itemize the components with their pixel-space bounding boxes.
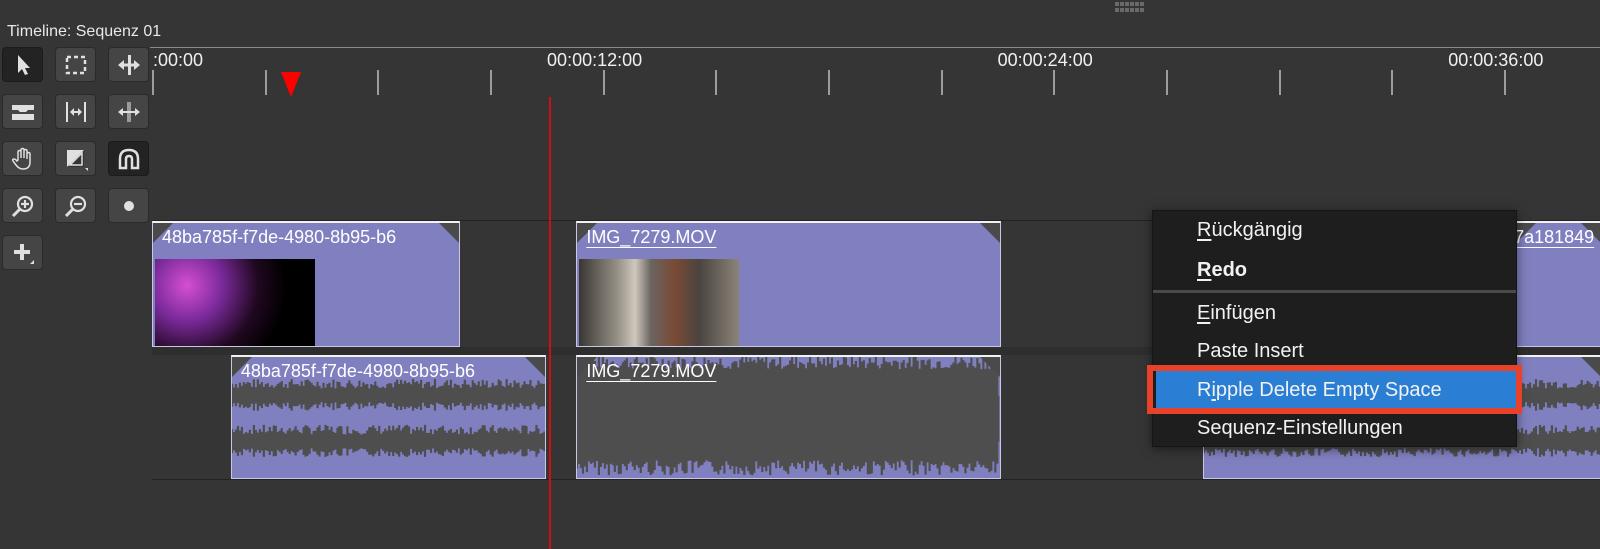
ruler-tick (602, 70, 605, 95)
menu-item-ripple-delete-empty-space[interactable]: Ripple Delete Empty Space (1156, 371, 1517, 409)
rolling-edit-icon (11, 104, 34, 120)
ruler-tick (1278, 70, 1281, 95)
ruler-tick (715, 70, 718, 95)
ruler-time-label: 00:00:24:00 (997, 50, 1093, 70)
zoom-in-icon (11, 195, 33, 217)
clip-thumbnail (155, 259, 315, 346)
ruler-tick (940, 70, 943, 95)
clip-trim-handle-right[interactable] (1580, 357, 1600, 377)
menu-item-label: Ripple Delete Empty Space (1197, 379, 1442, 401)
clip-trim-handle-right[interactable] (438, 223, 459, 243)
grip-dot (1130, 2, 1134, 6)
zoom-in-button[interactable] (2, 188, 43, 223)
snapping-toggle[interactable] (108, 141, 149, 176)
ruler-time-label: 00:00:36:00 (1448, 50, 1544, 70)
ruler-tick (1165, 70, 1168, 95)
audio-clip[interactable]: IMG_7279.MOV (576, 355, 1001, 479)
clip-name: 7a181849 (1515, 227, 1595, 247)
grip-dot (1115, 2, 1119, 6)
ruler-tick (1503, 70, 1506, 95)
menu-separator (1153, 290, 1516, 293)
grip-dot (1115, 8, 1119, 12)
video-clip[interactable]: 48ba785f-f7de-4980-8b95-b6 (152, 221, 460, 347)
grip-dot (1120, 2, 1124, 6)
ruler-tick (1053, 70, 1056, 95)
clip-trim-handle-right[interactable] (525, 357, 546, 377)
clip-name: IMG_7279.MOV (586, 227, 717, 247)
grip-dot (1135, 8, 1139, 12)
track-border (152, 479, 1600, 480)
ruler-tick (1391, 70, 1394, 95)
rolling-tool[interactable] (2, 94, 43, 129)
grip-dot (1140, 8, 1144, 12)
ruler-tick (152, 70, 154, 95)
menu-item-label: Paste Insert (1197, 340, 1304, 362)
slip-icon (65, 101, 86, 122)
arrow-pointer-icon (17, 54, 30, 75)
ruler-time-label: :00:00 (152, 50, 204, 70)
timeline-panel: Timeline: Sequenz 01:00:00 00:00:12:00 … (0, 0, 1600, 549)
hand-tool[interactable] (2, 141, 43, 176)
menu-item-label: Rückgängig (1197, 219, 1303, 241)
mnemonic-letter: i (1211, 379, 1216, 401)
edit-tool[interactable] (55, 47, 96, 82)
transition-tool[interactable] (55, 141, 96, 176)
slip-tool[interactable] (55, 94, 96, 129)
menu-item-sequenz-einstellungen[interactable]: Sequenz-Einstellungen (1153, 409, 1516, 447)
menu-item-einf-gen[interactable]: Einfügen (1153, 294, 1516, 332)
zoom-out-icon (64, 195, 86, 217)
ruler-tick (827, 70, 830, 95)
record-button[interactable] (108, 188, 149, 223)
menu-item-r-ckg-ngig[interactable]: Rückgängig (1153, 211, 1516, 249)
ruler-tick (489, 70, 492, 95)
dashed-select-icon (65, 55, 86, 74)
ripple-tool[interactable] (108, 47, 149, 82)
mnemonic-letter: R (1197, 259, 1212, 281)
mnemonic-letter: E (1197, 302, 1211, 324)
panel-title: Timeline: Sequenz 01 (7, 23, 162, 40)
grip-dot (1130, 8, 1134, 12)
context-menu: Rückgängig Redo Einfügen Paste Insert Ripple… (1152, 210, 1517, 447)
transition-icon (66, 149, 88, 171)
plus-icon (13, 243, 34, 264)
clip-name: 48ba785f-f7de-4980-8b95-b6 (240, 361, 476, 381)
panel-drag-handle[interactable] (1115, 2, 1144, 14)
hand-icon (11, 147, 31, 170)
slide-icon (117, 101, 140, 122)
clip-trim-handle-right[interactable] (979, 357, 1000, 377)
zoom-out-button[interactable] (55, 188, 96, 223)
grip-dot (1120, 8, 1124, 12)
ruler-time-label: 00:00:12:00 (547, 50, 643, 70)
clip-name: 48ba785f-f7de-4980-8b95-b6 (162, 227, 397, 247)
mnemonic-letter: R (1197, 219, 1212, 241)
ripple-arrows-icon (117, 54, 140, 75)
video-clip[interactable]: 7a181849 (1515, 221, 1600, 347)
ruler-tick (264, 70, 267, 95)
pointer-tool[interactable] (2, 47, 43, 82)
menu-item-redo[interactable]: Redo (1153, 251, 1516, 289)
menu-item-label: Redo (1197, 259, 1248, 281)
grip-dot (1125, 2, 1129, 6)
time-ruler[interactable]: :00:00 00:00:12:00 00:00:24:00 00:00:36:00 (152, 48, 1600, 98)
menu-item-paste-insert[interactable]: Paste Insert (1153, 332, 1516, 370)
grip-dot (1140, 2, 1144, 6)
clip-name: IMG_7279.MOV (586, 361, 717, 381)
ruler-tick (377, 70, 380, 95)
playhead[interactable] (549, 97, 552, 549)
menu-item-label: Einfügen (1197, 302, 1276, 324)
magnet-icon (118, 148, 139, 169)
grip-dot (1125, 8, 1129, 12)
clip-thumbnail (579, 259, 740, 346)
add-track-button[interactable] (2, 235, 43, 270)
audio-clip[interactable]: 48ba785f-f7de-4980-8b95-b6 (230, 355, 547, 479)
video-clip[interactable]: IMG_7279.MOV (576, 221, 1001, 347)
record-dot-icon (123, 200, 134, 211)
grip-dot (1135, 2, 1139, 6)
slide-tool[interactable] (108, 94, 149, 129)
in-point-marker[interactable] (280, 72, 301, 97)
menu-item-label: Sequenz-Einstellungen (1197, 417, 1403, 439)
clip-trim-handle-right[interactable] (979, 223, 1000, 243)
